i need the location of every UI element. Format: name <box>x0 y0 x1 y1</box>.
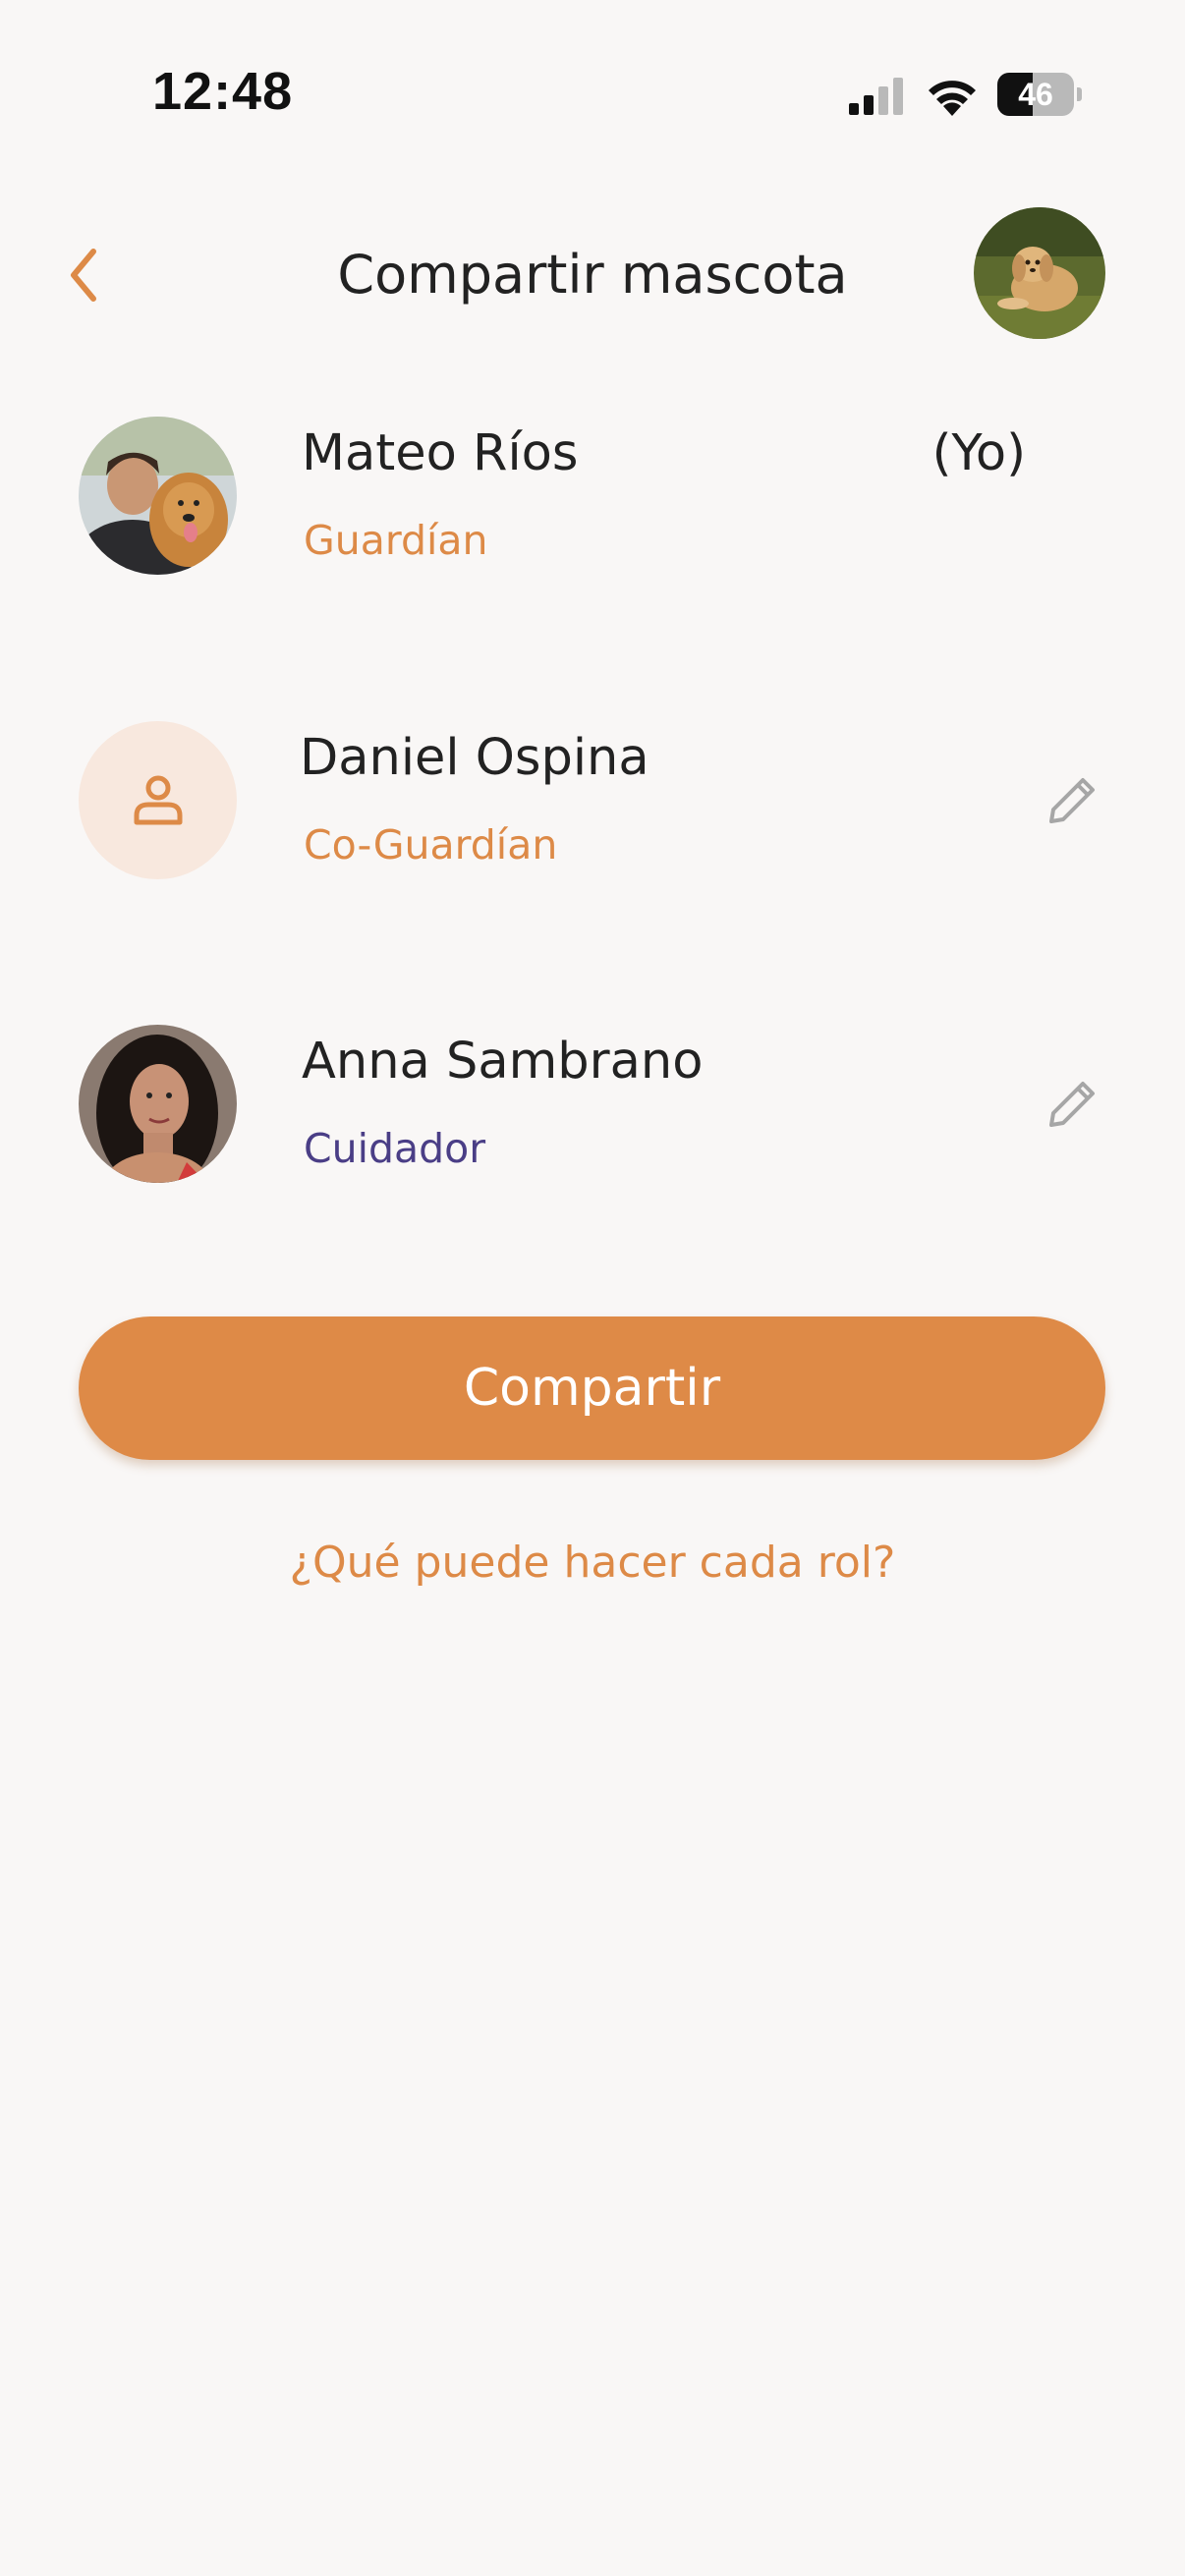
member-row-mateo[interactable]: Mateo Ríos (Yo) Guardían <box>0 417 1185 584</box>
wifi-icon <box>929 81 976 116</box>
edit-member-button[interactable] <box>1034 1064 1112 1143</box>
pet-photo <box>974 207 1105 339</box>
share-pet-screen: 12:48 46 Compartir mascota Mateo Ríos (Y… <box>0 0 1185 2576</box>
pencil-icon <box>1049 778 1095 823</box>
avatar <box>79 1025 237 1183</box>
pencil-icon <box>1049 1082 1095 1127</box>
roles-info-link[interactable]: ¿Qué puede hacer cada rol? <box>0 1538 1185 1588</box>
user-icon <box>134 775 182 824</box>
pet-avatar[interactable] <box>974 207 1105 339</box>
member-role: Co-Guardían <box>304 821 558 868</box>
self-tag: (Yo) <box>931 424 1026 482</box>
member-name: Anna Sambrano <box>302 1033 704 1091</box>
edit-member-button[interactable] <box>1034 760 1112 839</box>
page-title: Compartir mascota <box>337 244 848 306</box>
back-button[interactable] <box>49 231 118 319</box>
status-bar: 12:48 46 <box>0 0 1185 187</box>
battery-level: 46 <box>1018 77 1053 112</box>
avatar-photo <box>79 1025 237 1183</box>
battery-icon: 46 <box>997 73 1082 116</box>
signal-icon <box>849 78 903 115</box>
avatar-photo <box>79 417 237 575</box>
member-row-anna[interactable]: Anna Sambrano Cuidador <box>0 1025 1185 1192</box>
member-role: Cuidador <box>304 1125 486 1172</box>
member-row-daniel[interactable]: Daniel Ospina Co-Guardían <box>0 721 1185 888</box>
avatar <box>79 721 237 879</box>
member-name: Mateo Ríos <box>302 424 579 482</box>
status-time: 12:48 <box>152 62 294 121</box>
member-name: Daniel Ospina <box>300 729 649 787</box>
chevron-left-icon <box>71 249 96 302</box>
member-role: Guardían <box>304 517 488 564</box>
avatar <box>79 417 237 575</box>
share-button[interactable]: Compartir <box>79 1316 1105 1460</box>
